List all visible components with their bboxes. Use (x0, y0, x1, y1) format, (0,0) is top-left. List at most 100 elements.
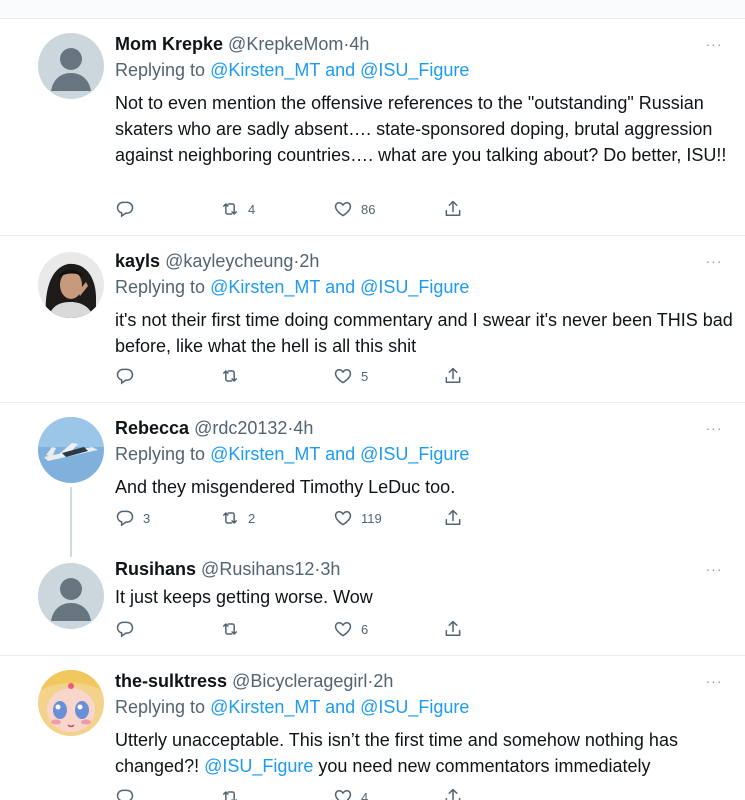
retweet-count: 2 (248, 510, 256, 526)
author-handle[interactable]: @rdc20132 (194, 418, 287, 438)
replying-to-label: Replying to (115, 444, 206, 464)
profile-photo-avatar[interactable] (38, 252, 104, 318)
retweet-button[interactable]: 4 (220, 198, 255, 220)
like-button[interactable]: 5 (333, 365, 368, 387)
tweet-item[interactable]: Mom Krepke @KrepkeMom·4h ··· Replying to… (0, 19, 745, 235)
reply-count: 3 (143, 510, 151, 526)
author-handle[interactable]: @KrepkeMom (228, 34, 343, 54)
reply-icon (115, 199, 135, 219)
tweet-actions: 4 86 (115, 198, 475, 220)
tweet-item[interactable]: Rebecca @rdc20132·4h ··· Replying to @Ki… (0, 403, 745, 545)
mention-link[interactable]: @ISU_Figure (360, 444, 469, 464)
tweet-header: the-sulktress @Bicycleragegirl·2h (115, 668, 393, 694)
timestamp[interactable]: 4h (293, 418, 313, 438)
more-options-icon[interactable]: ··· (702, 562, 726, 580)
share-icon (443, 366, 463, 386)
tweet-text: Not to even mention the offensive refere… (115, 93, 727, 165)
more-options-icon[interactable]: ··· (702, 421, 726, 439)
reply-button[interactable] (115, 365, 143, 387)
replying-to: Replying to @Kirsten_MT and @ISU_Figure (115, 694, 469, 720)
retweet-icon (220, 366, 240, 386)
tweet-text: It just keeps getting worse. Wow (115, 587, 373, 607)
tweet-item[interactable]: the-sulktress @Bicycleragegirl·2h ··· Re… (0, 656, 745, 800)
like-count: 4 (361, 789, 369, 800)
tweet-text: And they misgendered Timothy LeDuc too. (115, 477, 456, 497)
airplane-avatar[interactable] (38, 417, 104, 483)
like-count: 119 (361, 510, 382, 526)
author-name[interactable]: Rebecca (115, 418, 189, 438)
share-button[interactable] (443, 365, 463, 387)
retweet-button[interactable] (220, 786, 248, 800)
retweet-button[interactable]: 2 (220, 507, 255, 529)
like-count: 86 (361, 201, 376, 217)
heart-icon (333, 787, 353, 800)
share-button[interactable] (443, 198, 463, 220)
tweet-actions: 6 (115, 618, 475, 640)
mention-link[interactable]: @ISU_Figure (360, 277, 469, 297)
retweet-count: 4 (248, 201, 256, 217)
reply-icon (115, 508, 135, 528)
retweet-button[interactable] (220, 365, 248, 387)
share-button[interactable] (443, 618, 463, 640)
replying-and[interactable]: and (325, 444, 355, 464)
timestamp[interactable]: 3h (320, 559, 340, 579)
mention-link[interactable]: @ISU_Figure (360, 60, 469, 80)
author-handle[interactable]: @kayleycheung (165, 251, 293, 271)
timestamp[interactable]: 2h (373, 671, 393, 691)
share-button[interactable] (443, 507, 463, 529)
author-name[interactable]: kayls (115, 251, 160, 271)
default-avatar-icon[interactable] (38, 563, 104, 629)
replying-to-label: Replying to (115, 277, 206, 297)
default-avatar-icon[interactable] (38, 33, 104, 99)
share-icon (443, 787, 463, 800)
replying-to-label: Replying to (115, 697, 206, 717)
reply-icon (115, 787, 135, 800)
tweet-item[interactable]: Rusihans @Rusihans12·3h ··· It just keep… (0, 545, 745, 655)
heart-icon (333, 199, 353, 219)
replying-and[interactable]: and (325, 277, 355, 297)
more-options-icon[interactable]: ··· (702, 37, 726, 55)
reply-button[interactable] (115, 618, 143, 640)
like-count: 5 (361, 368, 369, 384)
tweet-item[interactable]: kayls @kayleycheung·2h ··· Replying to @… (0, 236, 745, 402)
replying-and[interactable]: and (325, 697, 355, 717)
heart-icon (333, 366, 353, 386)
like-button[interactable]: 119 (333, 507, 382, 529)
tweet-text: it's not their first time doing commenta… (115, 310, 733, 356)
mention-link[interactable]: @Kirsten_MT (210, 697, 320, 717)
replying-to-label: Replying to (115, 60, 206, 80)
share-button[interactable] (443, 786, 463, 800)
tweet-text-part: you need new commentators immediately (313, 756, 651, 776)
mention-link[interactable]: @ISU_Figure (360, 697, 469, 717)
retweet-icon (220, 787, 240, 800)
author-name[interactable]: Rusihans (115, 559, 196, 579)
mention-link[interactable]: @ISU_Figure (204, 756, 313, 776)
author-handle[interactable]: @Rusihans12 (201, 559, 314, 579)
mention-link[interactable]: @Kirsten_MT (210, 444, 320, 464)
replying-to: Replying to @Kirsten_MT and @ISU_Figure (115, 57, 469, 83)
tweet-header: Rusihans @Rusihans12·3h (115, 556, 340, 582)
tweet-header: Rebecca @rdc20132·4h (115, 415, 313, 441)
more-options-icon[interactable]: ··· (702, 254, 726, 272)
retweet-button[interactable] (220, 618, 248, 640)
timestamp[interactable]: 4h (349, 34, 369, 54)
like-button[interactable]: 86 (333, 198, 375, 220)
like-button[interactable]: 6 (333, 618, 368, 640)
author-handle[interactable]: @Bicycleragegirl (232, 671, 367, 691)
retweet-icon (220, 508, 240, 528)
reply-icon (115, 366, 135, 386)
timestamp[interactable]: 2h (299, 251, 319, 271)
author-name[interactable]: the-sulktress (115, 671, 227, 691)
reply-button[interactable] (115, 786, 143, 800)
mention-link[interactable]: @Kirsten_MT (210, 277, 320, 297)
replying-to: Replying to @Kirsten_MT and @ISU_Figure (115, 441, 469, 467)
reply-button[interactable]: 3 (115, 507, 150, 529)
replying-and[interactable]: and (325, 60, 355, 80)
more-options-icon[interactable]: ··· (702, 674, 726, 692)
tweet-text: Utterly unacceptable. This isn’t the fir… (115, 727, 735, 779)
like-button[interactable]: 4 (333, 786, 368, 800)
reply-button[interactable] (115, 198, 143, 220)
mention-link[interactable]: @Kirsten_MT (210, 60, 320, 80)
anime-avatar[interactable] (38, 670, 104, 736)
author-name[interactable]: Mom Krepke (115, 34, 223, 54)
